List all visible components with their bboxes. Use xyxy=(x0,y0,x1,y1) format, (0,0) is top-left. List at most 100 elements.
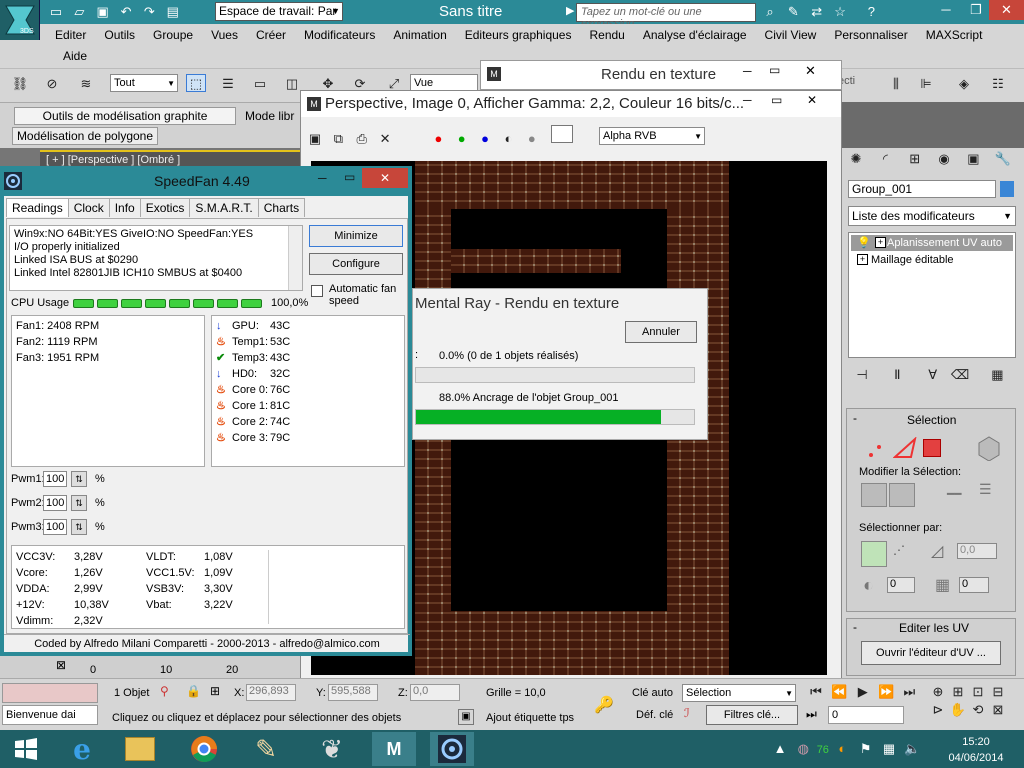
tray-temp-number[interactable]: 76 xyxy=(817,744,829,756)
grow-button[interactable] xyxy=(861,483,887,507)
go-start-icon[interactable]: ⏮ xyxy=(806,683,826,701)
ring-icon[interactable]: ━━ xyxy=(947,487,961,501)
close-icon[interactable]: ✕ xyxy=(989,0,1024,20)
rollout-toggle[interactable]: - xyxy=(853,620,857,634)
tray-volume-icon[interactable]: 🔈 xyxy=(902,740,922,758)
ribbon-polygon-modeling[interactable]: Modélisation de polygone xyxy=(12,127,158,145)
print-icon[interactable]: ⎙ xyxy=(352,130,372,148)
open-uv-editor-button[interactable]: Ouvrir l'éditeur d'UV ... xyxy=(861,641,1001,665)
maxscript-listener[interactable] xyxy=(2,683,98,703)
create-tab-icon[interactable]: ✺ xyxy=(846,150,866,168)
channel-dropdown[interactable]: Alpha RVB ▼ xyxy=(599,127,705,145)
shrink-button[interactable] xyxy=(889,483,915,507)
project-icon[interactable]: ▤ xyxy=(163,3,183,21)
menu-item-7[interactable]: Editeurs graphiques xyxy=(456,25,581,45)
select-by-vertex-button[interactable] xyxy=(861,541,887,567)
pwm-spinner[interactable]: ⇅ xyxy=(71,471,87,487)
ignore-backfacing-icon[interactable]: ⋰ xyxy=(893,543,905,557)
workspace-dropdown[interactable]: Espace de travail: Par ▼ xyxy=(215,2,343,21)
tray-flag-icon[interactable]: ⚑ xyxy=(856,740,876,758)
speedfan-tab-4[interactable]: S.M.A.R.T. xyxy=(189,198,259,217)
stack-item-editable-mesh[interactable]: + Maillage éditable xyxy=(851,252,1013,268)
help-icon[interactable]: ? xyxy=(861,3,881,21)
configure-sets-icon[interactable]: ▦ xyxy=(987,366,1007,384)
taskbar-pen-app[interactable]: ✎ xyxy=(244,732,288,766)
menu-item-9[interactable]: Analyse d'éclairage xyxy=(634,25,756,45)
speedfan-tab-2[interactable]: Info xyxy=(108,198,141,217)
save-icon[interactable]: ▣ xyxy=(93,3,113,21)
go-end-icon[interactable]: ⏭ xyxy=(899,683,919,701)
rect-selection-icon[interactable]: ▭ xyxy=(250,75,270,93)
ribbon-tab-graphite[interactable]: Outils de modélisation graphite xyxy=(14,107,236,125)
lock-selection-icon[interactable]: 🔒 xyxy=(186,684,201,698)
blue-channel-icon[interactable]: ● xyxy=(475,130,495,148)
redo-icon[interactable]: ↷ xyxy=(139,3,159,21)
isolate-icon[interactable]: ⚲ xyxy=(160,684,169,698)
save-image-icon[interactable]: ▣ xyxy=(305,130,325,148)
pwm-spinner[interactable]: ⇅ xyxy=(71,519,87,535)
max-logo[interactable]: 3DS xyxy=(0,0,40,40)
pin-stack-icon[interactable]: ⊣ xyxy=(852,366,872,384)
undo-icon[interactable]: ↶ xyxy=(116,3,136,21)
menu-item-10[interactable]: Civil View xyxy=(756,25,826,45)
taskbar-speedfan[interactable] xyxy=(430,732,474,766)
minimize-button[interactable]: Minimize xyxy=(309,225,403,247)
menu-item-5[interactable]: Modificateurs xyxy=(295,25,384,45)
start-button[interactable] xyxy=(4,732,48,766)
utilities-tab-icon[interactable]: 🔧 xyxy=(993,150,1013,168)
viewport-label[interactable]: [ + ] [Perspective ] [Ombré ] xyxy=(46,154,180,166)
remove-modifier-icon[interactable]: ⌫ xyxy=(950,366,970,384)
select-object-icon[interactable]: ⬚ xyxy=(186,74,206,92)
alpha-channel-icon[interactable]: ◐ xyxy=(498,130,518,148)
maximize-icon[interactable]: ▭ xyxy=(769,63,780,77)
tray-network-icon[interactable]: ▦ xyxy=(879,740,899,758)
maximize-icon[interactable]: ▭ xyxy=(344,170,355,184)
maximize-icon[interactable]: ▭ xyxy=(771,93,782,107)
menu-item-1[interactable]: Outils xyxy=(95,25,144,45)
modifier-list-dropdown[interactable]: Liste des modificateurs ▼ xyxy=(848,206,1016,226)
object-color-swatch[interactable] xyxy=(1000,181,1014,197)
time-tag-icon[interactable]: ▣ xyxy=(458,709,474,725)
maximize-viewport-icon[interactable]: ⊠ xyxy=(988,701,1008,719)
star-icon[interactable]: ☆ xyxy=(830,3,850,21)
taskbar-chrome[interactable] xyxy=(182,732,226,766)
menu-item-2[interactable]: Groupe xyxy=(144,25,202,45)
mirror-icon[interactable]: ⫼ xyxy=(886,75,906,93)
zoom-extents-all-icon[interactable]: ⊟ xyxy=(988,683,1008,701)
modify-tab-icon[interactable]: ◜ xyxy=(875,150,895,168)
zoom-all-icon[interactable]: ⊞ xyxy=(948,683,968,701)
pwm-spinner[interactable]: ⇅ xyxy=(71,495,87,511)
minimize-icon[interactable]: ─ xyxy=(743,64,752,78)
menu-item-0[interactable]: Editer xyxy=(46,25,95,45)
show-end-result-icon[interactable]: Ⅱ xyxy=(887,366,907,384)
key-icon[interactable]: 🔑 xyxy=(594,695,614,715)
log-scrollbar[interactable] xyxy=(288,226,302,290)
stack-item-uv-auto[interactable]: 💡 + Aplanissement UV auto xyxy=(851,235,1013,251)
prompt-welcome[interactable]: Bienvenue dai xyxy=(2,705,98,725)
add-time-tag[interactable]: Ajout étiquette tps xyxy=(486,712,574,724)
color-swatch[interactable] xyxy=(551,125,574,143)
clone-window-icon[interactable]: ⧉ xyxy=(328,130,348,148)
pwm-input[interactable] xyxy=(43,519,67,535)
shrink-wrap-icon[interactable]: ◐ xyxy=(863,575,874,596)
exchange-icon[interactable]: ⇄ xyxy=(807,3,827,21)
bind-space-warp-icon[interactable]: ≋ xyxy=(76,75,96,93)
auto-key-button[interactable]: Clé auto xyxy=(632,687,673,699)
scene-explorer-icon[interactable]: ☷ xyxy=(988,75,1008,93)
make-unique-icon[interactable]: ∀ xyxy=(923,366,943,384)
menu-item-12[interactable]: MAXScript xyxy=(917,25,992,45)
field-of-view-icon[interactable]: ⊳ xyxy=(928,701,948,719)
next-frame-icon[interactable]: ⏩ xyxy=(876,683,896,701)
close-icon[interactable]: ✕ xyxy=(807,93,817,107)
taskbar-explorer[interactable] xyxy=(118,732,162,766)
coord-z-field[interactable]: 0,0 xyxy=(410,684,460,701)
selection-filter-dropdown[interactable]: Tout ▼ xyxy=(110,74,178,92)
expand-plus-icon[interactable]: + xyxy=(875,237,886,248)
menu-item-3[interactable]: Vues xyxy=(202,25,247,45)
red-channel-icon[interactable]: ● xyxy=(428,130,448,148)
edge-mode-icon[interactable] xyxy=(893,437,917,459)
pwm-input[interactable] xyxy=(43,495,67,511)
log-box[interactable]: Win9x:NO 64Bit:YES GiveIO:NO SpeedFan:YE… xyxy=(9,225,303,291)
search-arrow-icon[interactable]: ▶ xyxy=(566,4,574,17)
frame-field[interactable]: 0 xyxy=(828,706,904,724)
